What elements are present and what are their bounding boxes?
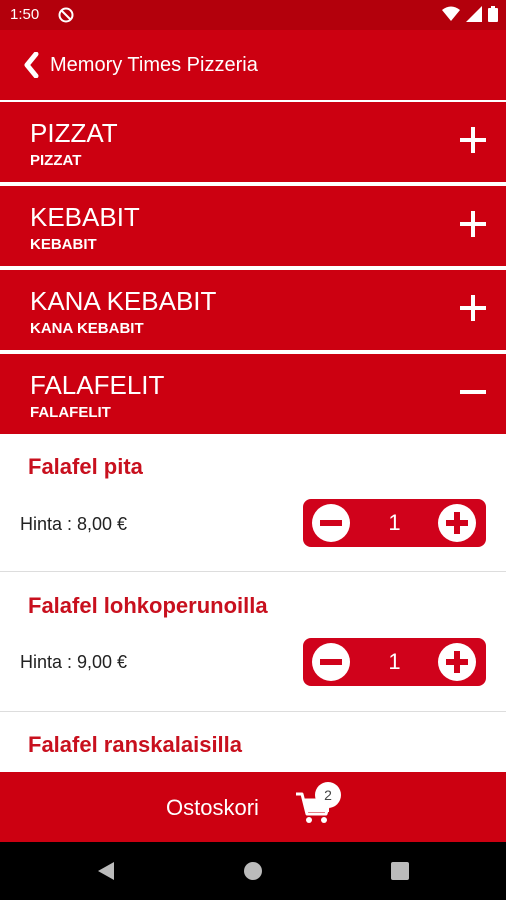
minus-icon[interactable] xyxy=(458,377,488,407)
menu-item: Falafel pita Hinta : 8,00 € 1 xyxy=(0,434,506,572)
status-bar: 1:50 xyxy=(0,0,506,30)
cart-count-badge: 2 xyxy=(315,782,341,808)
item-name: Falafel pita xyxy=(28,454,143,479)
category-subtitle: FALAFELIT xyxy=(30,404,111,421)
minus-circle-icon[interactable] xyxy=(311,642,351,682)
status-icons xyxy=(442,6,498,22)
category-subtitle: KANA KEBABIT xyxy=(30,320,144,337)
plus-icon[interactable] xyxy=(458,293,488,323)
nav-recents-icon[interactable] xyxy=(389,860,411,882)
quantity-stepper: 1 xyxy=(303,638,486,686)
nav-back-icon[interactable] xyxy=(94,860,116,882)
category-subtitle: PIZZAT xyxy=(30,152,82,169)
category-subtitle: KEBABIT xyxy=(30,236,97,253)
do-not-disturb-icon xyxy=(58,7,74,23)
nav-home-icon[interactable] xyxy=(242,860,264,882)
system-nav-bar xyxy=(0,842,506,900)
chevron-left-icon[interactable] xyxy=(22,52,40,78)
category-falafelit[interactable]: FALAFELIT FALAFELIT xyxy=(0,352,506,434)
menu-item: Falafel lohkoperunoilla Hinta : 9,00 € 1 xyxy=(0,572,506,712)
item-name: Falafel ranskalaisilla xyxy=(28,732,243,757)
signal-icon xyxy=(466,6,482,22)
battery-icon xyxy=(488,6,498,22)
plus-circle-icon[interactable] xyxy=(437,503,477,543)
category-title: FALAFELIT xyxy=(30,370,165,400)
item-name: Falafel lohkoperunoilla xyxy=(28,593,268,618)
quantity-stepper: 1 xyxy=(303,499,486,547)
category-title: KEBABIT xyxy=(30,202,140,232)
category-kebabit[interactable]: KEBABIT KEBABIT xyxy=(0,184,506,266)
menu-item: Falafel ranskalaisilla xyxy=(0,712,506,772)
plus-icon[interactable] xyxy=(458,209,488,239)
item-price: Hinta : 8,00 € xyxy=(20,514,128,534)
wifi-icon xyxy=(442,6,460,21)
quantity-value: 1 xyxy=(388,510,401,535)
minus-circle-icon[interactable] xyxy=(311,503,351,543)
category-title: KANA KEBABIT xyxy=(30,286,217,316)
plus-icon[interactable] xyxy=(458,125,488,155)
cart-bar[interactable]: Ostoskori 2 xyxy=(0,772,506,842)
quantity-value: 1 xyxy=(388,649,401,674)
status-time: 1:50 xyxy=(10,6,40,23)
category-title: PIZZAT xyxy=(30,118,118,148)
item-price: Hinta : 9,00 € xyxy=(20,652,128,672)
plus-circle-icon[interactable] xyxy=(437,642,477,682)
category-pizzat[interactable]: PIZZAT PIZZAT xyxy=(0,100,506,182)
cart-label: Ostoskori xyxy=(166,795,259,820)
app-bar: Memory Times Pizzeria xyxy=(0,30,506,100)
category-kana-kebabit[interactable]: KANA KEBABIT KANA KEBABIT xyxy=(0,268,506,350)
page-title: Memory Times Pizzeria xyxy=(50,54,258,76)
